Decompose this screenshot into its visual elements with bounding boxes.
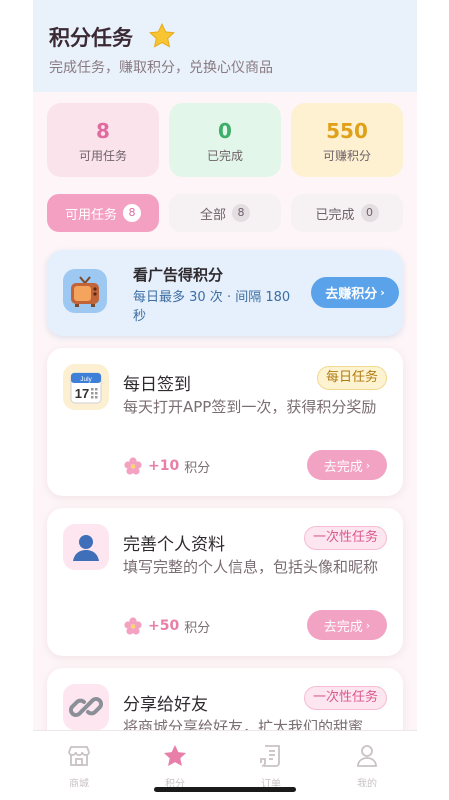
stat-earnable-points: 550 可赚积分	[291, 103, 403, 177]
flower-icon	[124, 617, 142, 635]
filter-count-badge: 8	[123, 204, 141, 222]
stat-completed: 0 已完成	[169, 103, 281, 177]
filter-tab-completed[interactable]: 已完成 0	[291, 194, 403, 232]
complete-task-button[interactable]: 去完成 ›	[307, 610, 387, 640]
link-icon	[63, 684, 109, 730]
tab-label: 订单	[261, 779, 281, 787]
task-type-badge: 一次性任务	[303, 526, 387, 550]
tab-profile[interactable]: 我的	[332, 743, 402, 787]
filter-label: 全部	[199, 207, 226, 223]
svg-text:July: July	[80, 376, 92, 383]
user-icon	[357, 745, 377, 767]
task-points-unit: 积分	[184, 460, 211, 476]
stat-value: 8	[96, 119, 110, 143]
filter-label: 已完成	[315, 207, 355, 223]
tab-label: 我的	[357, 779, 377, 787]
earn-points-button[interactable]: 去赚积分 ›	[311, 277, 399, 308]
page-title: 积分任务	[49, 26, 133, 50]
stat-value: 0	[218, 119, 232, 143]
page-header: 积分任务 完成任务，赚取积分，兑换心仪商品	[33, 0, 417, 92]
task-description: 填写完整的个人信息，包括头像和昵称	[123, 558, 379, 576]
complete-task-label: 去完成	[323, 619, 363, 635]
stat-value: 550	[326, 119, 368, 143]
tab-store[interactable]: 商城	[44, 743, 114, 787]
filter-label: 可用任务	[64, 207, 117, 223]
chevron-right-icon: ›	[365, 618, 371, 632]
filter-count-badge: 0	[360, 204, 379, 222]
task-points-unit: 积分	[184, 620, 211, 636]
ad-card-title: 看广告得积分	[133, 266, 224, 284]
calendar-icon: July 17	[63, 364, 109, 410]
task-card-complete-profile: 完善个人资料 一次性任务 填写完整的个人信息，包括头像和昵称 +50 积分 去完…	[47, 508, 403, 656]
tab-label: 商城	[69, 779, 89, 787]
task-type-badge: 每日任务	[316, 366, 387, 390]
tab-points[interactable]: 积分	[140, 743, 210, 787]
chevron-right-icon: ›	[380, 286, 385, 299]
chevron-right-icon: ›	[365, 458, 371, 472]
tab-orders[interactable]: 订单	[236, 743, 306, 787]
svg-text:17: 17	[75, 386, 89, 401]
complete-task-button[interactable]: 去完成 ›	[307, 450, 387, 480]
flower-icon	[124, 457, 142, 475]
task-title: 完善个人资料	[123, 535, 225, 555]
complete-task-label: 去完成	[323, 459, 363, 475]
orders-icon	[260, 745, 280, 767]
ad-card-description: 每日最多 30 次 · 间隔 180 秒	[133, 290, 291, 324]
earn-points-label: 去赚积分	[325, 287, 378, 302]
task-reward: +50 积分	[123, 616, 210, 636]
watch-ad-card: 看广告得积分 每日最多 30 次 · 间隔 180 秒 去赚积分 ›	[47, 250, 403, 336]
task-type-badge: 一次性任务	[303, 686, 387, 710]
tab-label: 积分	[165, 779, 185, 787]
task-card-daily-checkin: July 17 每日签到 每日任务 每天打开APP签到一次，获得积分奖励 +10…	[47, 348, 403, 496]
user-icon	[63, 524, 109, 570]
task-points-value: +10	[148, 458, 180, 474]
phone-screen: 积分任务 完成任务，赚取积分，兑换心仪商品 8 可用任务 0 已完成 550 可…	[33, 0, 417, 800]
task-title: 分享给好友	[123, 695, 208, 715]
task-points-value: +50	[148, 618, 180, 634]
tv-icon	[63, 269, 107, 313]
store-icon	[68, 746, 90, 766]
task-reward: +10 积分	[123, 456, 210, 476]
home-indicator	[154, 787, 296, 792]
task-description: 每天打开APP签到一次，获得积分奖励	[123, 398, 377, 416]
stat-label: 可赚积分	[322, 149, 371, 163]
task-title: 每日签到	[123, 375, 191, 395]
stat-label: 已完成	[206, 149, 243, 163]
filter-tab-available[interactable]: 可用任务 8	[47, 194, 159, 232]
star-icon	[149, 23, 175, 48]
star-icon	[163, 744, 187, 766]
page-subtitle: 完成任务，赚取积分，兑换心仪商品	[49, 60, 273, 76]
stat-label: 可用任务	[78, 149, 127, 163]
filter-tab-all[interactable]: 全部 8	[169, 194, 281, 232]
filter-count-badge: 8	[232, 204, 250, 222]
stat-available-tasks: 8 可用任务	[47, 103, 159, 177]
